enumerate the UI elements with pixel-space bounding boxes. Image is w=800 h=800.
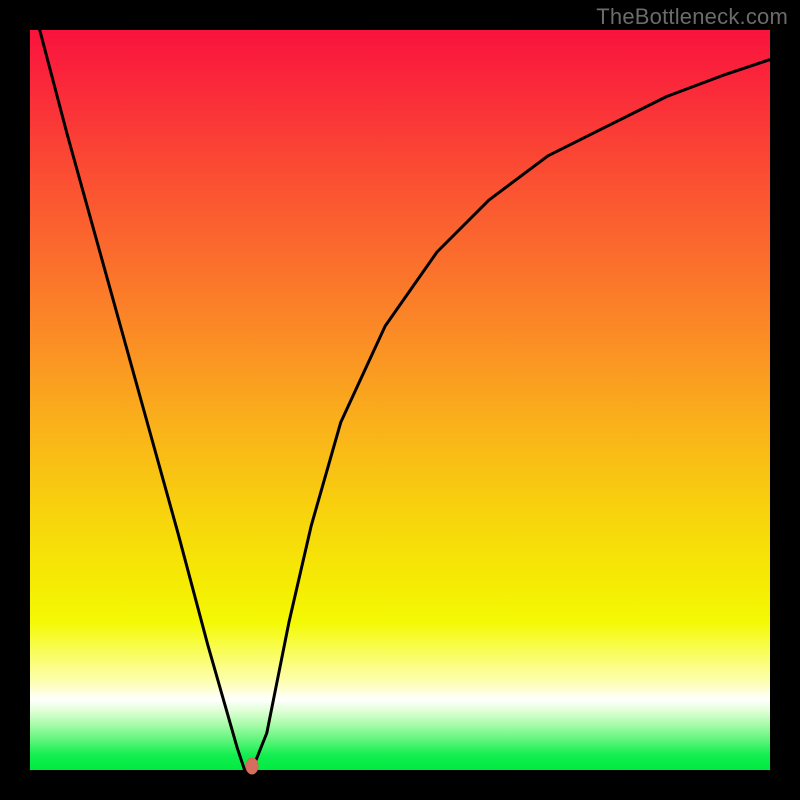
curve-layer <box>30 30 770 770</box>
watermark-text: TheBottleneck.com <box>596 4 788 30</box>
chart-frame: TheBottleneck.com <box>0 0 800 800</box>
plot-area <box>30 30 770 770</box>
optimum-marker <box>246 758 259 775</box>
bottleneck-curve <box>30 30 770 770</box>
